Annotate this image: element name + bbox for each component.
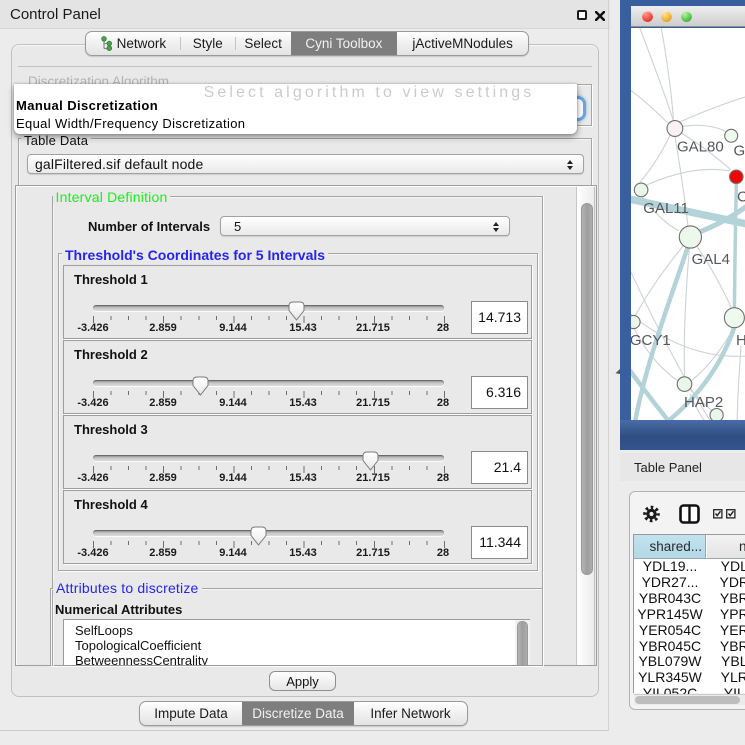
- svg-text:GAL80: GAL80: [677, 139, 724, 156]
- svg-text:GCY1: GCY1: [631, 332, 671, 349]
- svg-text:H: H: [736, 332, 745, 349]
- svg-text:GAL11: GAL11: [643, 200, 689, 217]
- svg-text:C: C: [737, 189, 745, 206]
- svg-text:GAL4: GAL4: [692, 251, 730, 268]
- svg-text:HAP2: HAP2: [684, 394, 723, 411]
- svg-text:GA: GA: [734, 143, 745, 160]
